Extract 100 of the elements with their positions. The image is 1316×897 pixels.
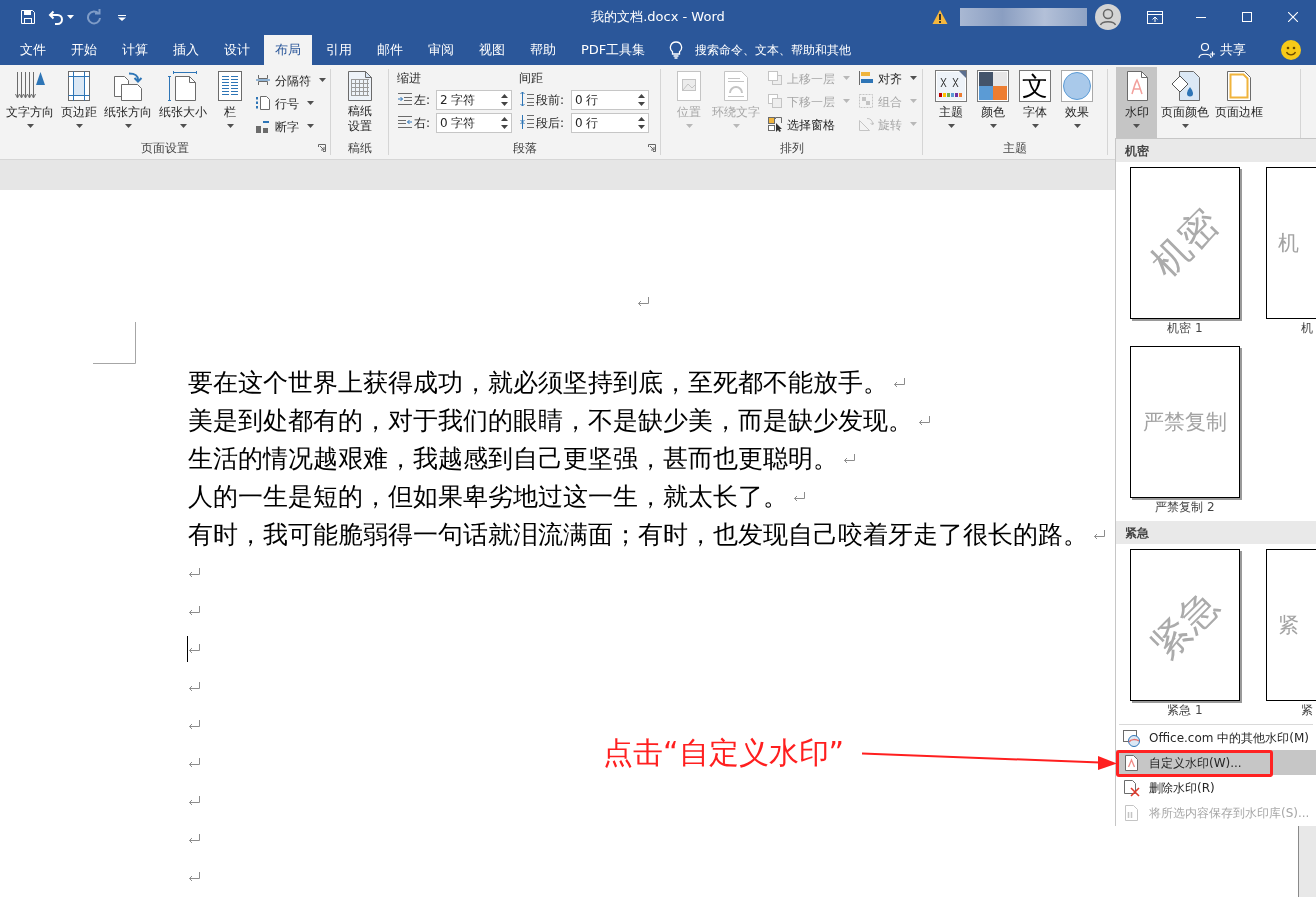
watermark-text: 机 (1278, 231, 1299, 255)
hyphenation-icon (255, 118, 271, 134)
line-numbers-icon (255, 95, 271, 111)
watermark-option[interactable]: 紧 紧 (1266, 549, 1316, 719)
caret-icon (1181, 124, 1189, 128)
field-label: 左: (414, 91, 432, 109)
ribbon-button[interactable]: 效果 (1057, 67, 1097, 138)
ribbon-button[interactable]: 文字方向 (4, 67, 56, 138)
caret-icon (989, 124, 997, 128)
ribbon-tab[interactable]: 审阅 (417, 35, 465, 65)
ribbon-button[interactable]: 文 字体 (1015, 67, 1055, 138)
ribbon-tab[interactable]: 插入 (162, 35, 210, 65)
spin-field[interactable]: 0 字符 (436, 112, 512, 133)
rotate-icon (858, 116, 874, 132)
tell-me-button[interactable]: 搜索命令、文本、帮助和其他 (669, 35, 852, 65)
share-button[interactable]: 共享 (1198, 35, 1246, 65)
annotation-text: 点击“自定义水印” (603, 735, 845, 771)
avatar-icon (1095, 4, 1121, 30)
caret-icon (843, 76, 850, 80)
ribbon-button[interactable]: 页边距 (59, 67, 99, 138)
ribbon-button[interactable]: 栏 (212, 67, 248, 138)
indent-right-icon (397, 114, 413, 130)
spin-field[interactable]: 0 行 (571, 89, 649, 110)
close-icon (1288, 12, 1298, 22)
ribbon-tab[interactable]: PDF工具集 (570, 35, 657, 65)
caret-icon (179, 124, 187, 128)
caret-icon (75, 124, 83, 128)
ribbon-tab[interactable]: 设计 (213, 35, 261, 65)
ribbon-button[interactable]: 颜色 (973, 67, 1013, 138)
ribbon-tab[interactable]: 邮件 (366, 35, 414, 65)
paragraph-text: 人的一生是短的，但如果卑劣地过这一生，就太长了。 (188, 482, 788, 512)
color-swatch-icon (977, 70, 1009, 102)
watermark-text: 机密 (1144, 202, 1226, 284)
page-break-icon (255, 72, 271, 88)
dialog-launcher-icon[interactable] (648, 144, 656, 152)
caret-icon (319, 78, 326, 82)
ribbon-tab[interactable]: 计算 (111, 35, 159, 65)
watermark-option[interactable]: 紧急 紧急 1 (1130, 549, 1240, 719)
spin-field[interactable]: 0 行 (571, 112, 649, 133)
group-label: 页面设置 (141, 140, 189, 157)
watermark-option[interactable]: 机 机 (1266, 167, 1316, 337)
paragraph-text: 要在这个世界上获得成功，就必须坚持到底，至死都不能放手。 (188, 368, 888, 398)
caret-icon (67, 15, 74, 19)
ribbon-button[interactable]: 水印 (1116, 67, 1157, 138)
menu-item[interactable]: 删除水印(R) (1116, 775, 1316, 800)
dialog-launcher-icon[interactable] (318, 144, 326, 152)
paragraph-mark-icon (918, 415, 931, 427)
themes-icon (935, 70, 967, 102)
watermark-option[interactable]: 机密 机密 1 (1130, 167, 1240, 337)
globe-page-icon (1122, 728, 1140, 747)
ribbon-button[interactable]: 纸张方向 (102, 67, 154, 138)
ribbon-button[interactable]: 纸张大小 (157, 67, 209, 138)
ribbon-tab[interactable]: 视图 (468, 35, 516, 65)
spacing-after-icon (519, 114, 535, 130)
caret-icon (1031, 124, 1039, 128)
group-label: 排列 (779, 140, 804, 157)
paragraph-text: 美是到处都有的，对于我们的眼睛，不是缺少美，而是缺少发现。 (188, 406, 913, 436)
ribbon-small-button[interactable]: 选择窗格 (765, 113, 850, 136)
redo-icon (86, 9, 102, 25)
send-backward-icon (767, 93, 783, 109)
caret-icon (685, 124, 693, 128)
undo-icon (48, 9, 64, 25)
menu-item[interactable]: Office.com 中的其他水印(M) (1116, 725, 1316, 750)
section-header: 紧急 (1116, 521, 1316, 544)
paragraph-mark-icon (793, 491, 806, 503)
group-label: 段落 (512, 140, 537, 157)
field-label: 段前: (536, 91, 566, 109)
bring-forward-icon (767, 70, 783, 86)
font-sample-tile: 文 (1019, 70, 1051, 102)
minimize-icon (1196, 16, 1206, 18)
ribbon-small-button[interactable]: 行号 (253, 92, 326, 115)
ribbon-button[interactable]: 稿纸设置 (341, 67, 378, 138)
ribbon-button[interactable]: 页面边框 (1213, 67, 1265, 138)
caret-icon (843, 99, 850, 103)
ribbon-tab[interactable]: 文件 (9, 35, 57, 65)
paint-bucket-icon (1169, 70, 1201, 102)
corner-mark-icon (93, 322, 136, 364)
spinner-arrows-icon (501, 115, 508, 130)
watermark-option[interactable]: 严禁复制 严禁复制 2 (1130, 346, 1240, 516)
ribbon-small-button[interactable]: 断字 (253, 115, 326, 138)
ribbon-small-button[interactable]: 分隔符 (253, 69, 326, 92)
ribbon-tab[interactable]: 开始 (60, 35, 108, 65)
caret-icon (1073, 124, 1081, 128)
ribbon-button[interactable]: 主题 (931, 67, 971, 138)
caret-icon (910, 99, 917, 103)
ribbon-small-button[interactable]: 对齐 (856, 67, 917, 90)
ribbon-tab[interactable]: 帮助 (519, 35, 567, 65)
orientation-icon (112, 70, 144, 102)
customize-menu-icon (118, 13, 126, 21)
group-label: 稿纸 (347, 140, 372, 157)
caret-icon (124, 124, 132, 128)
page-icon (1122, 803, 1140, 822)
ribbon-tab[interactable]: 引用 (315, 35, 363, 65)
field-label: 段后: (536, 114, 566, 132)
field-label: 右: (414, 114, 432, 132)
window-title: 我的文档.docx - Word (591, 8, 725, 27)
ribbon-tab[interactable]: 布局 (264, 35, 312, 65)
ribbon-button[interactable]: 页面颜色 (1159, 67, 1211, 138)
spin-field[interactable]: 2 字符 (436, 89, 512, 110)
caret-icon (226, 124, 234, 128)
